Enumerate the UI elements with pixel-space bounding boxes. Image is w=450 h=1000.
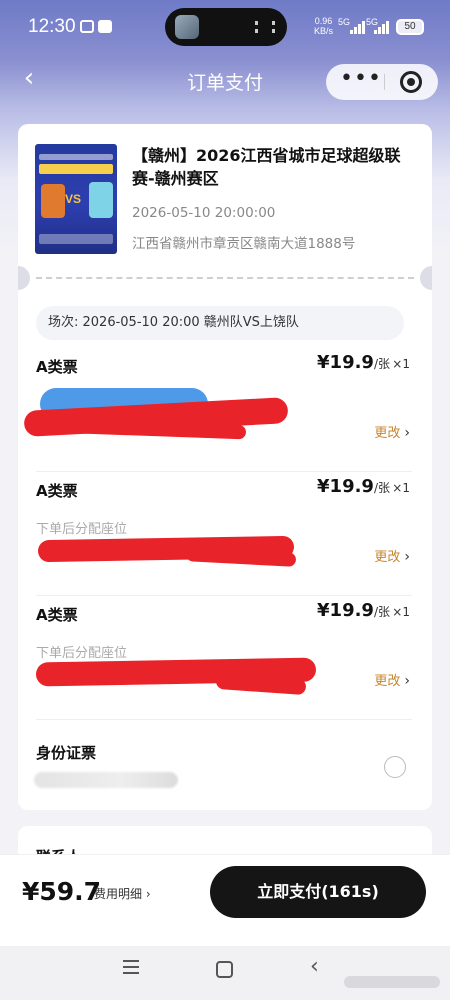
id-select-radio[interactable] (384, 756, 406, 778)
ticket-notch-right (420, 266, 432, 290)
chevron-right-icon: › (404, 425, 410, 441)
change-ticket-button[interactable]: 更改 › (374, 422, 410, 441)
status-bar: 12:30 0.96 KB/s 5G 5G 50 (0, 0, 450, 52)
app-notification-icon (98, 20, 112, 33)
ticket-seat-note: 下单后分配座位 (36, 646, 128, 661)
notification-icon (80, 20, 94, 33)
ticket-name: A类票 (36, 358, 78, 376)
media-thumbnail-icon (175, 15, 199, 39)
signal-label-1: 5G (338, 17, 351, 27)
capsule-divider (384, 74, 385, 90)
id-ticket-label: 身份证票 (36, 744, 97, 762)
order-card: VS 【赣州】2026江西省城市足球超级联赛-赣州赛区 2026-05-10 2… (18, 124, 432, 810)
mini-program-capsule: ••• (326, 64, 438, 100)
signal-bars-icon (374, 20, 389, 34)
session-label: 场次: 2026-05-10 20:00 赣州队VS上饶队 (36, 306, 404, 340)
ticket-row: A类票 ¥19.9/张 ×1 下单后分配座位 更改 › (36, 472, 412, 596)
ticket-price: ¥19.9/张 (317, 476, 390, 497)
battery-icon: 50 (396, 19, 424, 35)
team-badge-left (41, 184, 65, 218)
close-mini-program-button[interactable] (400, 71, 422, 93)
system-nav-bar: ‹ (0, 946, 450, 1000)
chevron-right-icon: › (404, 549, 410, 565)
change-ticket-button[interactable]: 更改 › (374, 546, 410, 565)
team-badge-right (89, 182, 113, 218)
nav-bar: ‹ 订单支付 ••• (0, 56, 450, 104)
total-amount: ¥59.7 (22, 877, 102, 906)
audio-wave-icon (255, 21, 275, 33)
vs-mark: VS (65, 192, 82, 206)
dashed-divider (36, 277, 414, 279)
menu-icon[interactable] (123, 960, 139, 974)
event-address: 江西省赣州市章贡区赣南大道1888号 (132, 236, 356, 252)
ticket-name: A类票 (36, 482, 78, 500)
ticket-qty: ×1 (392, 357, 410, 371)
ticket-row: A类票 ¥19.9/张 ×1 下单后分配座位 更改 › (35, 596, 412, 720)
more-button[interactable]: ••• (338, 64, 384, 100)
chevron-right-icon: › (404, 673, 410, 689)
event-poster: VS (35, 144, 117, 254)
ticket-name: A类票 (36, 606, 78, 624)
network-speed: 0.96 KB/s (314, 16, 334, 36)
back-arrow-icon[interactable]: ‹ (310, 954, 319, 979)
change-ticket-button[interactable]: 更改 › (374, 670, 410, 689)
ticket-qty: ×1 (392, 605, 410, 619)
ticket-notch-left (18, 266, 30, 290)
blurred-id-number (34, 772, 178, 788)
ticket-price: ¥19.9/张 (317, 352, 390, 373)
more-dots-icon: ••• (340, 66, 382, 91)
signal-bars-icon (350, 20, 365, 34)
ticket-row: A类票 ¥19.9/张 ×1 更改 › (23, 348, 412, 472)
pay-now-button[interactable]: 立即支付(161s) (210, 866, 426, 918)
status-time: 12:30 (28, 16, 76, 37)
ticket-qty: ×1 (392, 481, 410, 495)
ticket-seat-note: 下单后分配座位 (36, 522, 128, 537)
pay-bar: ¥59.7 费用明细 › 立即支付(161s) (0, 854, 450, 946)
ticket-price: ¥19.9/张 (317, 600, 390, 621)
event-title: 【赣州】2026江西省城市足球超级联赛-赣州赛区 (132, 146, 401, 188)
watermark (344, 976, 440, 988)
chevron-right-icon: › (145, 887, 151, 901)
event-date: 2026-05-10 20:00:00 (132, 205, 276, 221)
dynamic-island (165, 8, 287, 46)
fee-detail-link[interactable]: 费用明细 › (94, 885, 151, 902)
home-icon[interactable] (216, 961, 233, 978)
